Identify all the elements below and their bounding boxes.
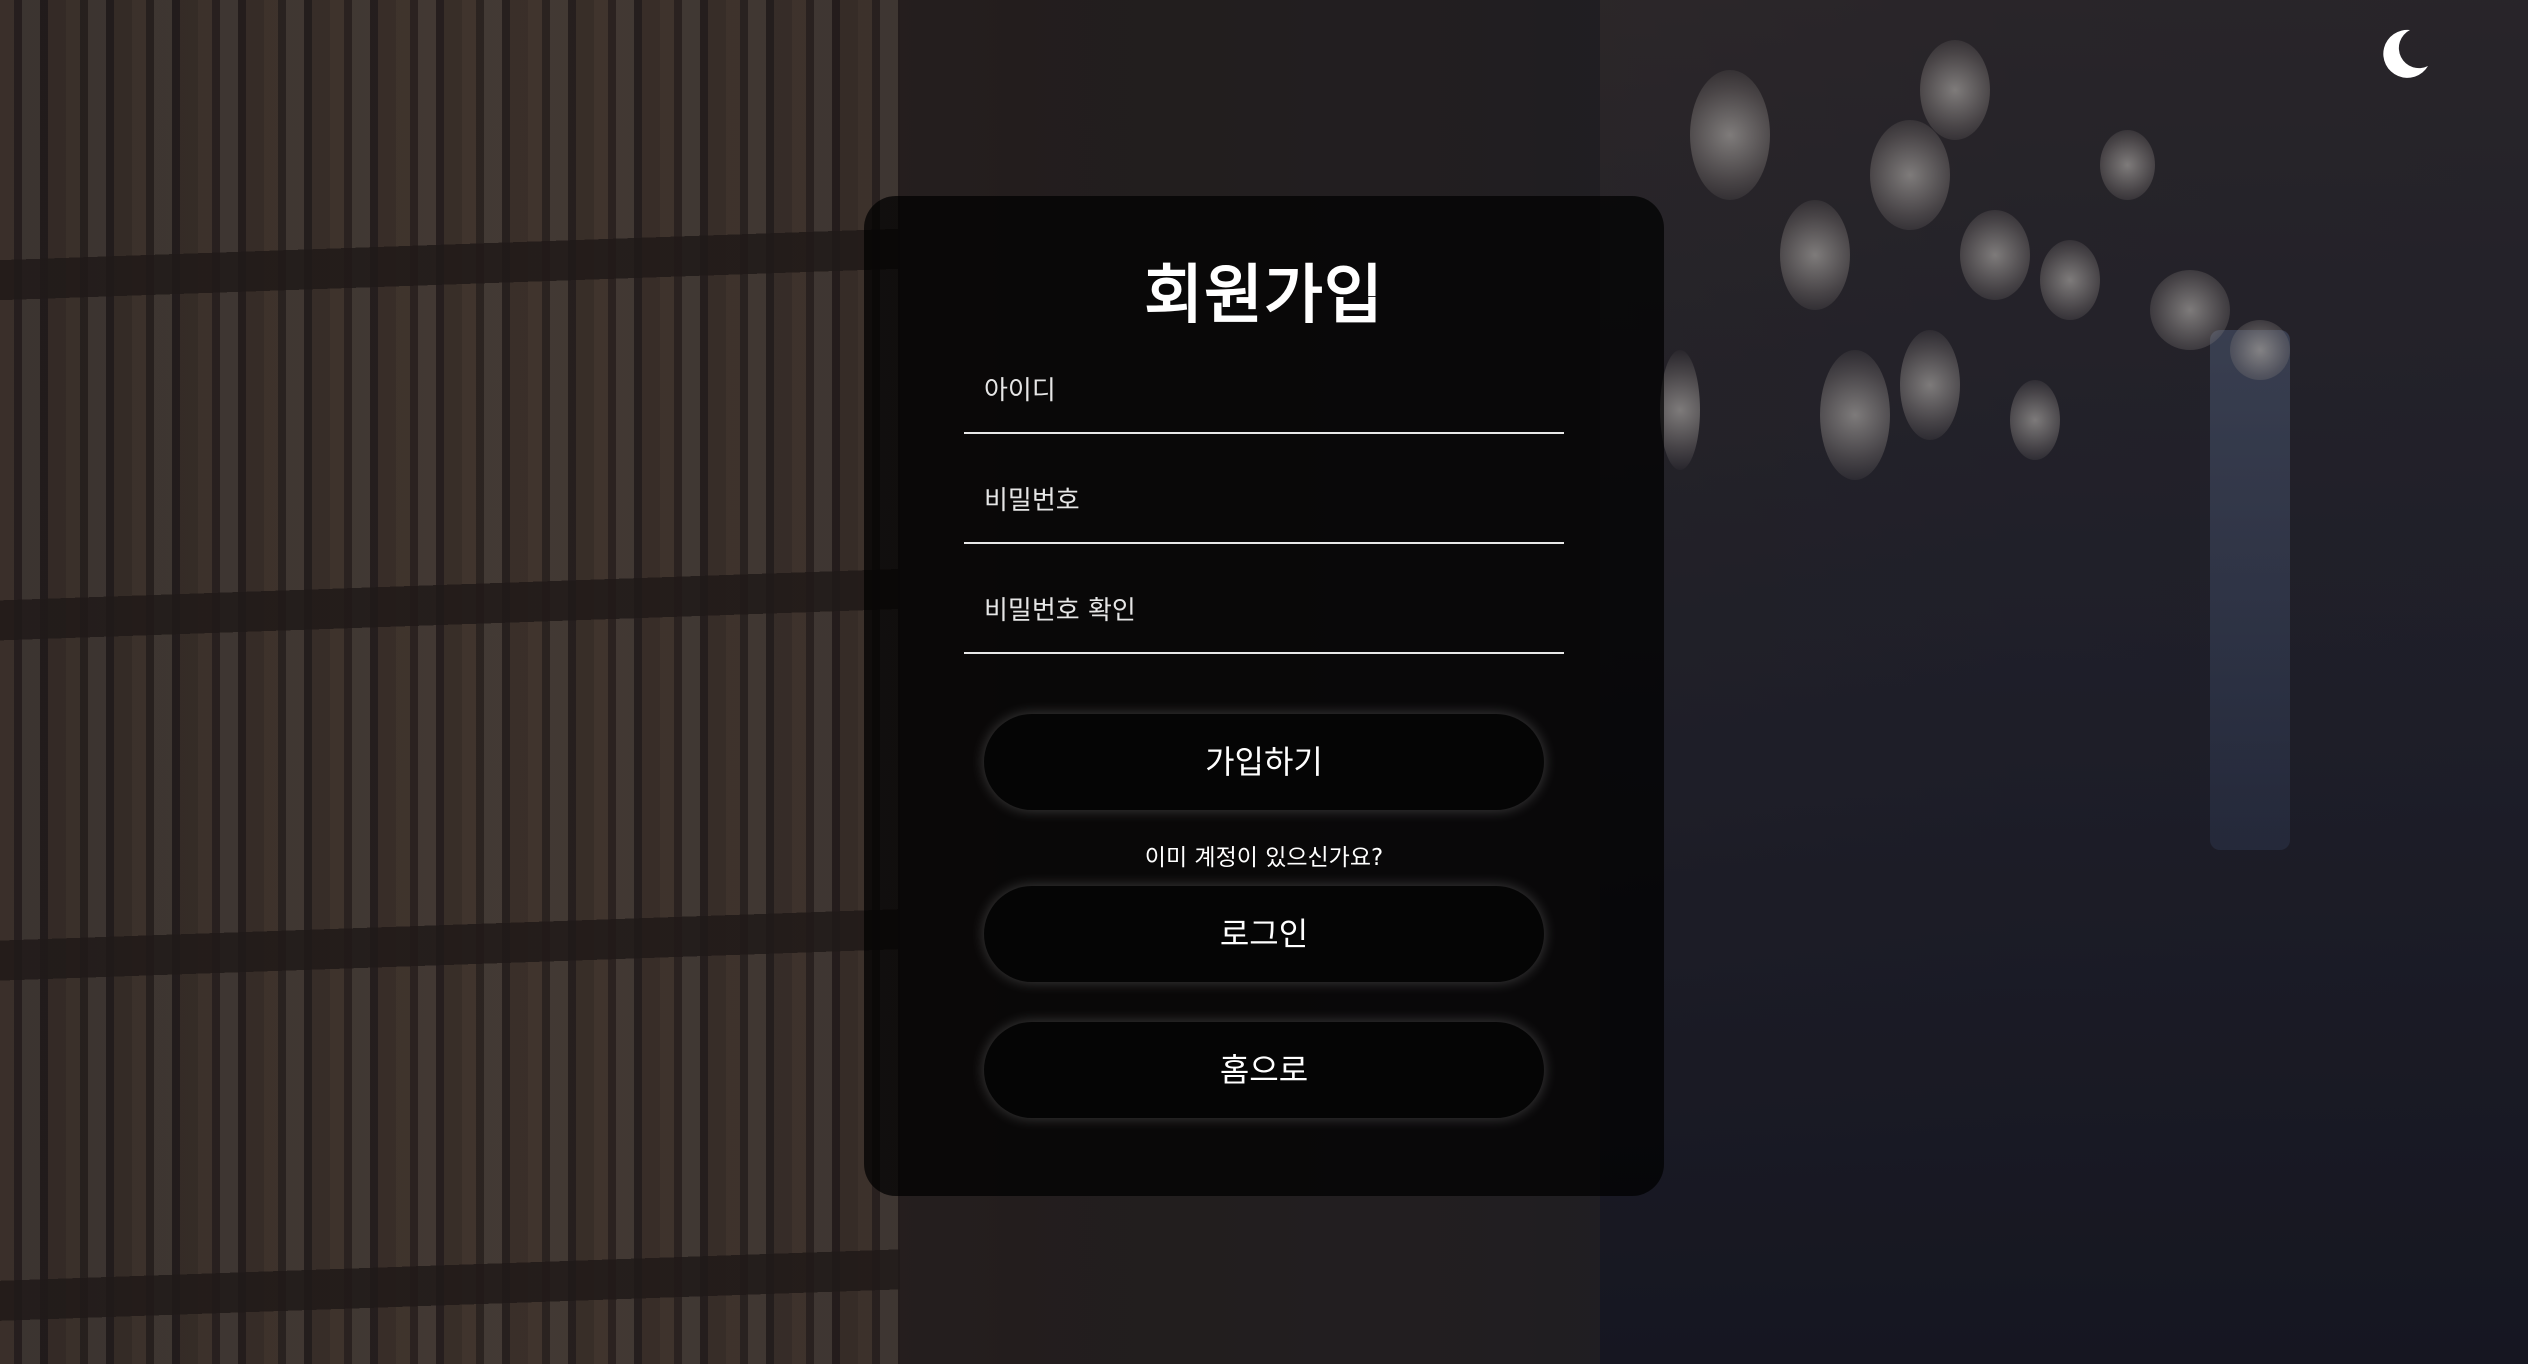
page-title: 회원가입 xyxy=(1144,259,1384,333)
signup-button[interactable]: 가입하기 xyxy=(984,714,1544,810)
password-confirm-input[interactable] xyxy=(964,570,1564,652)
password-field xyxy=(964,460,1564,544)
existing-account-prompt: 이미 계정이 있으신가요? xyxy=(1144,845,1384,871)
password-input[interactable] xyxy=(964,460,1564,542)
home-button[interactable]: 홈으로 xyxy=(984,1022,1544,1118)
password-confirm-field xyxy=(964,570,1564,654)
theme-toggle-button[interactable] xyxy=(2370,22,2434,86)
login-button[interactable]: 로그인 xyxy=(984,886,1544,982)
username-field xyxy=(964,350,1564,434)
username-input[interactable] xyxy=(964,350,1564,432)
moon-icon xyxy=(2383,29,2428,78)
signup-card: 회원가입 가입하기 이미 계정이 있으신가요? 로그인 홈으로 xyxy=(864,196,1664,1196)
